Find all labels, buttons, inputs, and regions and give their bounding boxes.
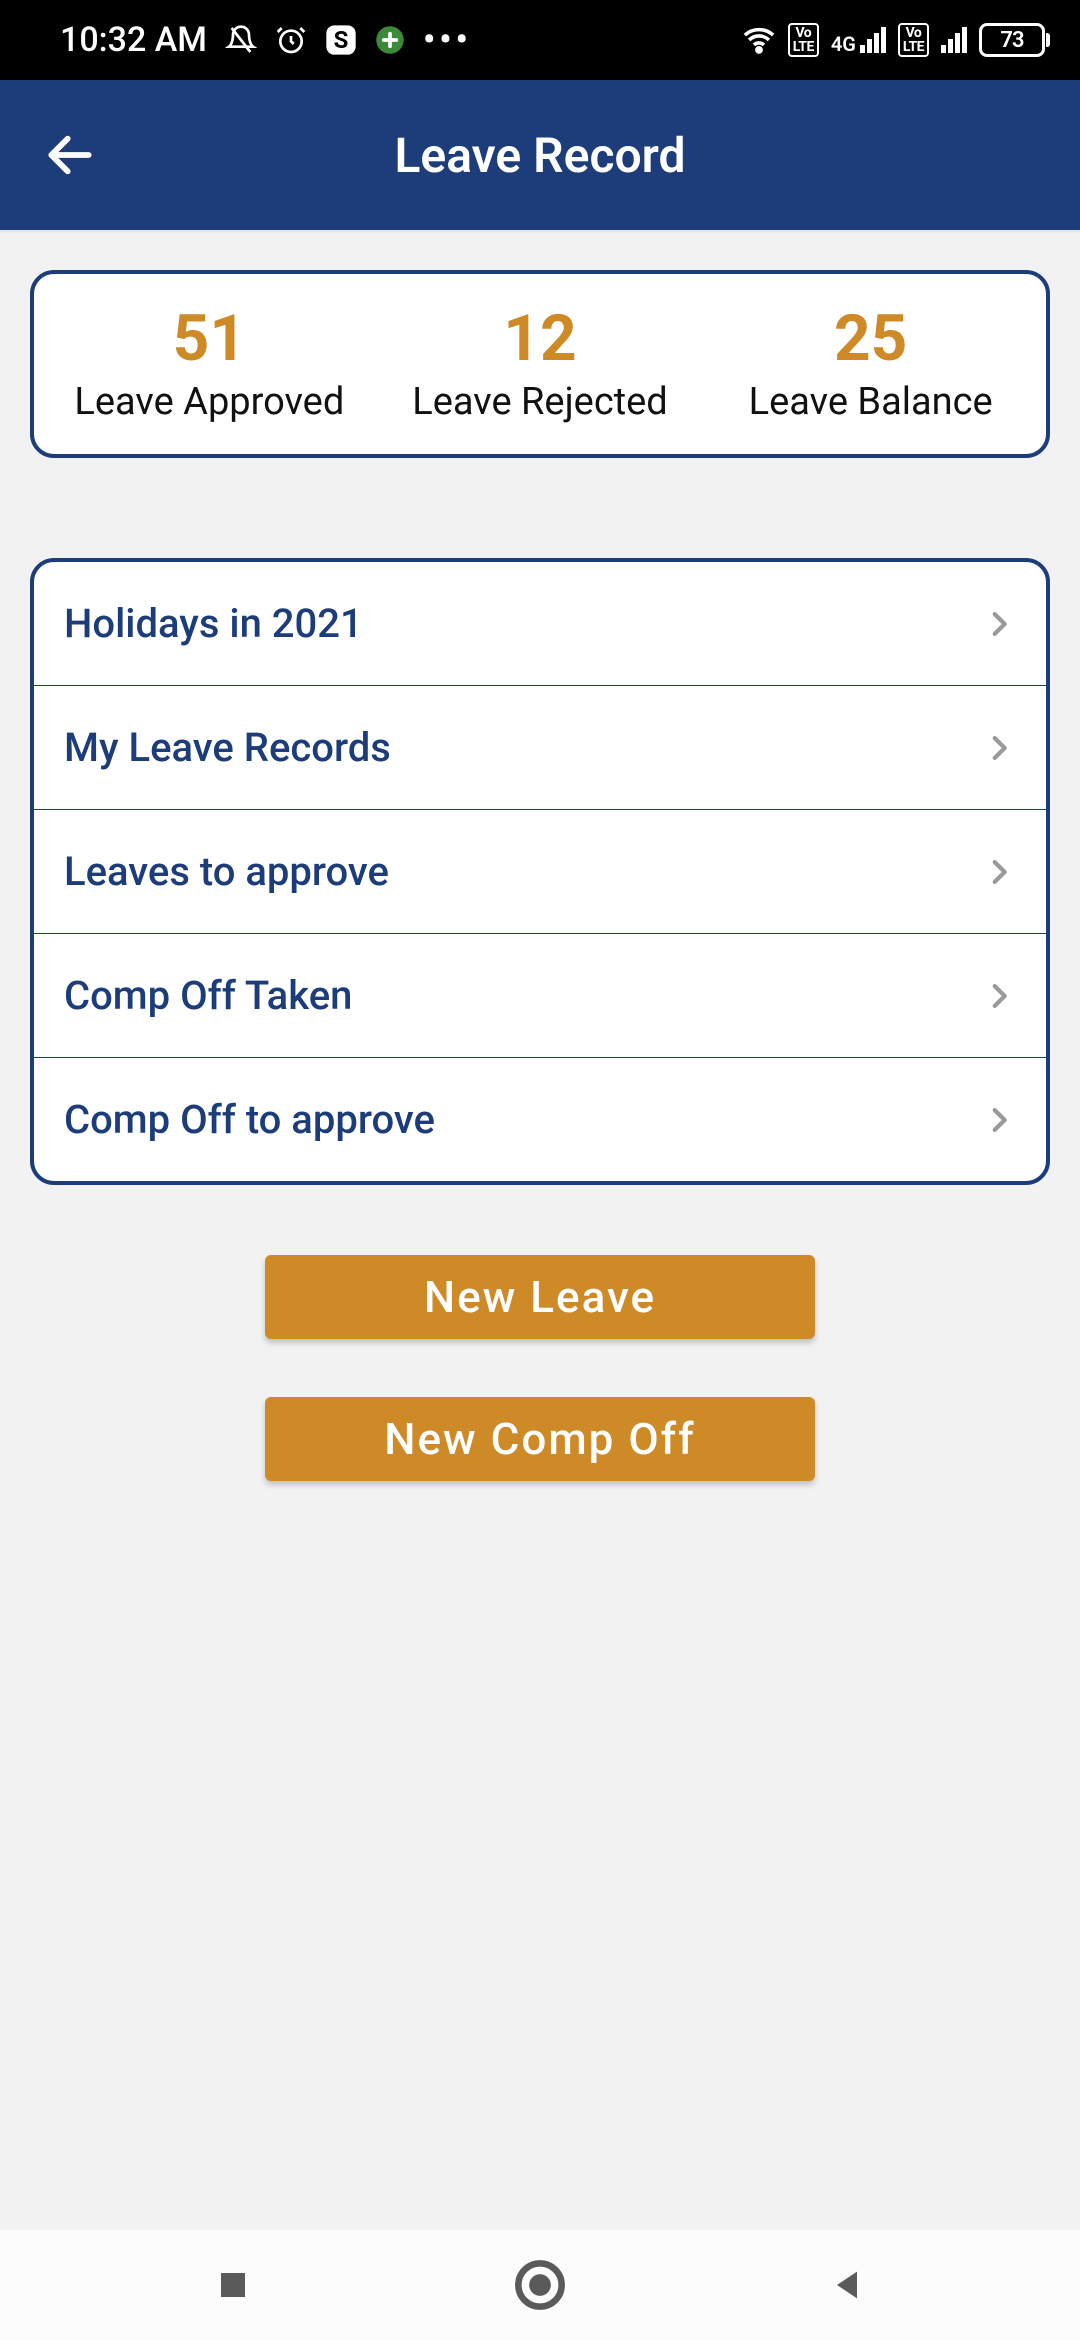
chevron-right-icon: [982, 1103, 1016, 1137]
nav-item-label: Comp Off to approve: [64, 1096, 435, 1143]
new-comp-off-button[interactable]: New Comp Off: [265, 1397, 815, 1481]
app-bar: Leave Record: [0, 80, 1080, 230]
network-group-1: 4G: [831, 27, 886, 53]
status-bar: 10:32 AM S •••: [0, 0, 1080, 80]
svg-text:S: S: [334, 26, 349, 54]
action-buttons: New Leave New Comp Off: [30, 1255, 1050, 1481]
nav-item-holidays[interactable]: Holidays in 2021: [34, 562, 1046, 685]
stat-balance-label: Leave Balance: [705, 380, 1036, 424]
stat-approved: 51 Leave Approved: [44, 304, 375, 424]
alarm-icon: [275, 24, 307, 56]
chevron-right-icon: [982, 607, 1016, 641]
back-button[interactable]: [40, 125, 100, 185]
sys-recent-button[interactable]: [203, 2255, 263, 2315]
triangle-left-icon: [827, 2265, 867, 2305]
arrow-left-icon: [42, 127, 98, 183]
chevron-right-icon: [982, 731, 1016, 765]
stat-rejected-value: 12: [375, 304, 706, 374]
network-type-label: 4G: [831, 35, 856, 53]
status-time: 10:32 AM: [60, 20, 207, 60]
nav-item-label: Leaves to approve: [64, 848, 389, 895]
stat-balance: 25 Leave Balance: [705, 304, 1036, 424]
battery-level: 73: [979, 23, 1045, 57]
nav-item-leaves-to-approve[interactable]: Leaves to approve: [34, 809, 1046, 933]
nav-card: Holidays in 2021 My Leave Records Leaves…: [30, 558, 1050, 1185]
app-icon: [375, 25, 405, 55]
wifi-icon: [742, 23, 776, 57]
nav-item-comp-off-to-approve[interactable]: Comp Off to approve: [34, 1057, 1046, 1181]
nav-item-comp-off-taken[interactable]: Comp Off Taken: [34, 933, 1046, 1057]
stat-approved-value: 51: [44, 304, 375, 374]
volte-icon-1: Vo LTE: [788, 23, 819, 57]
page-title: Leave Record: [394, 127, 685, 184]
more-icon: •••: [423, 20, 472, 60]
battery-indicator: 73: [979, 23, 1050, 57]
square-icon: [215, 2267, 251, 2303]
signal-icon-2: [941, 27, 967, 53]
page-content: 51 Leave Approved 12 Leave Rejected 25 L…: [0, 230, 1080, 1481]
summary-card: 51 Leave Approved 12 Leave Rejected 25 L…: [30, 270, 1050, 458]
sys-back-button[interactable]: [817, 2255, 877, 2315]
signal-icon-1: [860, 27, 886, 53]
new-leave-button[interactable]: New Leave: [265, 1255, 815, 1339]
stat-balance-value: 25: [705, 304, 1036, 374]
volte-icon-2: Vo LTE: [898, 23, 929, 57]
stat-approved-label: Leave Approved: [44, 380, 375, 424]
sys-home-button[interactable]: [510, 2255, 570, 2315]
stat-rejected: 12 Leave Rejected: [375, 304, 706, 424]
system-nav-bar: [0, 2230, 1080, 2340]
nav-item-label: My Leave Records: [64, 724, 391, 771]
appbar-shadow: [0, 230, 1080, 234]
chevron-right-icon: [982, 979, 1016, 1013]
bell-mute-icon: [225, 24, 257, 56]
chevron-right-icon: [982, 855, 1016, 889]
status-left: 10:32 AM S •••: [60, 20, 472, 60]
status-right: Vo LTE 4G Vo LTE 73: [742, 23, 1050, 57]
stat-rejected-label: Leave Rejected: [375, 380, 706, 424]
circle-icon: [514, 2259, 566, 2311]
nav-item-label: Holidays in 2021: [64, 600, 363, 647]
nav-item-label: Comp Off Taken: [64, 972, 352, 1019]
skype-icon: S: [325, 24, 357, 56]
nav-item-my-leave-records[interactable]: My Leave Records: [34, 685, 1046, 809]
